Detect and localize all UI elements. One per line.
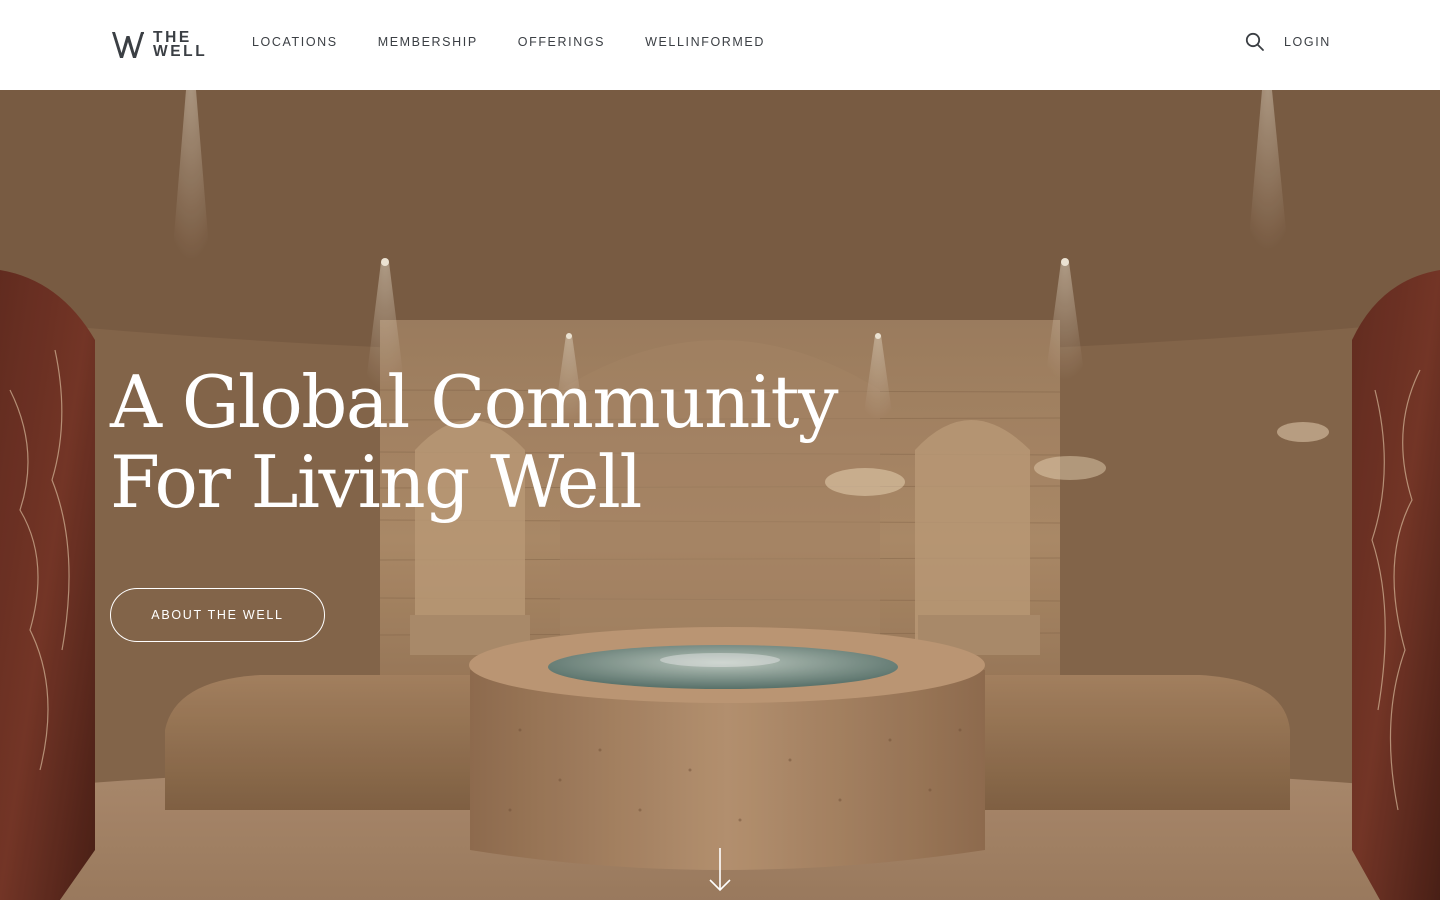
hero-title-line-1: A Global Community	[110, 360, 839, 444]
site-header: THE WELL LOCATIONS MEMBERSHIP OFFERINGS …	[0, 0, 1440, 90]
nav-item-membership[interactable]: MEMBERSHIP	[378, 35, 478, 49]
nav-item-wellinformed[interactable]: WELLINFORMED	[645, 35, 765, 49]
logo-line-2: WELL	[153, 43, 208, 60]
hero-title: A Global Community For Living Well	[110, 360, 839, 524]
logo[interactable]: THE WELL	[111, 30, 207, 60]
arrow-down-icon	[709, 848, 731, 892]
login-link[interactable]: LOGIN	[1284, 35, 1331, 49]
hero-section: A Global Community For Living Well ABOUT…	[0, 90, 1440, 900]
about-the-well-button[interactable]: ABOUT THE WELL	[110, 588, 325, 642]
hero-title-line-2: For Living Well	[110, 440, 642, 524]
logo-wordmark: THE WELL	[153, 30, 208, 60]
search-icon	[1245, 32, 1264, 51]
scroll-down-button[interactable]	[708, 848, 732, 892]
main-nav: LOCATIONS MEMBERSHIP OFFERINGS WELLINFOR…	[252, 35, 805, 49]
nav-item-locations[interactable]: LOCATIONS	[252, 35, 338, 49]
logo-w-icon	[112, 31, 145, 58]
search-button[interactable]	[1245, 32, 1265, 52]
nav-item-offerings[interactable]: OFFERINGS	[518, 35, 605, 49]
